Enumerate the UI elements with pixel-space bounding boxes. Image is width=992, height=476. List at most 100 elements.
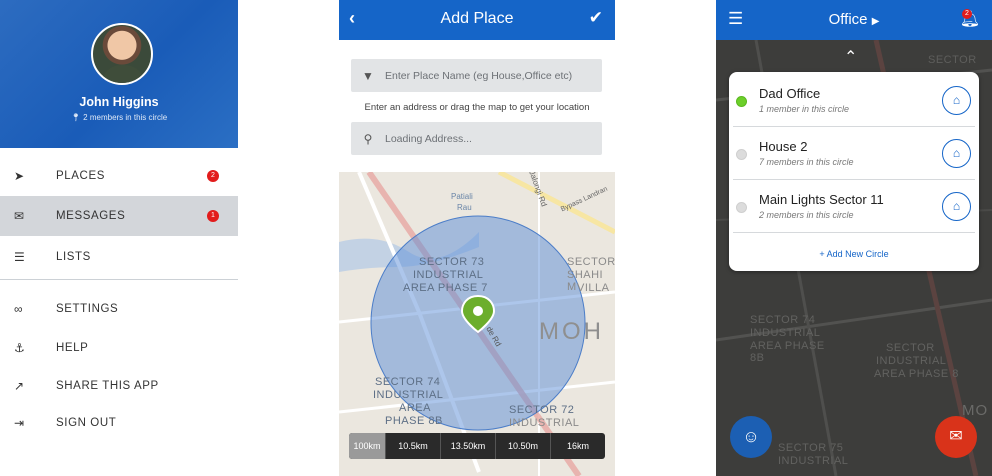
collapse-chevron-icon[interactable]: ⌃ <box>844 47 857 67</box>
search-icon: ⚲ <box>363 131 373 146</box>
active-status-dot <box>736 96 747 107</box>
menu-item-label: LISTS <box>56 251 91 263</box>
radius-option-10-5km[interactable]: 10.5km <box>386 433 441 459</box>
share-icon: ↗ <box>14 379 25 393</box>
map-label-sector-top: SECTOR <box>928 54 977 66</box>
address-value: Loading Address... <box>385 132 472 145</box>
top-bar: ☰ Office ▶ 🔔︎ 2 <box>716 0 992 40</box>
menu-item-help[interactable]: ⚓︎ HELP <box>0 328 238 368</box>
circle-row-dad-office[interactable]: Dad Office 1 member in this circle ⌂ <box>733 74 975 127</box>
map-label-rau: Rau <box>457 203 472 212</box>
navigation-arrow-icon: ➤ <box>14 169 25 183</box>
radius-option-100km[interactable]: 100km <box>349 433 386 459</box>
map-label-area74: AREA <box>399 402 431 414</box>
menu-item-places[interactable]: ➤ PLACES 2 <box>0 156 238 196</box>
map-label-sector74: SECTOR 74 <box>750 314 816 326</box>
notification-badge: 2 <box>962 9 972 19</box>
circle-members: 2 members in this circle <box>759 210 854 220</box>
map-label-sector: SECTOR <box>886 342 935 354</box>
address-search-field[interactable]: ⚲ Loading Address... <box>351 122 602 155</box>
add-place-screen: ‹ Add Place ✔ ▼ Enter Place Name (eg Hou… <box>339 0 615 476</box>
home-icon[interactable]: ⌂ <box>942 192 971 221</box>
add-user-icon: ☺ <box>742 427 760 446</box>
map-label-area-phase-7: AREA PHASE 7 <box>403 282 488 294</box>
map-label-mo: MO <box>962 402 989 419</box>
map-label-phase-8b: PHASE 8B <box>385 415 443 427</box>
map[interactable]: Jalongi Rd Bypass Landran Patiali Rau SE… <box>339 172 615 476</box>
map-label-sector72: SECTOR 72 <box>509 404 575 416</box>
inactive-status-dot <box>736 149 747 160</box>
map-label-villa: VILLA <box>577 282 610 294</box>
alert-button[interactable]: ✉ <box>935 416 977 458</box>
user-members: 📍︎ 2 members in this circle <box>0 113 238 122</box>
menu-item-sign-out[interactable]: ⇥ SIGN OUT <box>0 403 238 443</box>
sign-out-icon: ⇥ <box>14 416 25 430</box>
menu-item-label: SIGN OUT <box>56 417 117 429</box>
circle-switcher[interactable]: Office ▶ <box>716 11 992 28</box>
menu-item-lists[interactable]: ☰ LISTS <box>0 237 238 277</box>
drawer-divider <box>0 279 238 280</box>
link-icon: ∞ <box>14 302 23 316</box>
plus-icon: + <box>819 249 825 259</box>
current-circle-title: Office <box>828 11 868 28</box>
add-new-circle-button[interactable]: + Add New Circle <box>729 249 979 259</box>
home-icon[interactable]: ⌂ <box>942 86 971 115</box>
add-new-circle-label: Add New Circle <box>826 249 889 259</box>
inactive-status-dot <box>736 202 747 213</box>
map-label-sector75: SECTOR 75 <box>778 442 844 454</box>
map-label-industrial74: INDUSTRIAL <box>373 389 444 401</box>
top-bar: ‹ Add Place ✔ <box>339 0 615 40</box>
badge-places: 2 <box>207 170 219 182</box>
menu-item-messages[interactable]: ✉ MESSAGES 1 <box>0 196 238 236</box>
envelope-icon: ✉ <box>14 209 25 223</box>
map-label-industrial3: INDUSTRIAL <box>778 455 849 467</box>
address-hint: Enter an address or drag the map to get … <box>364 102 590 113</box>
menu-item-label: MESSAGES <box>56 210 126 222</box>
place-name-placeholder: Enter Place Name (eg House,Office etc) <box>385 69 573 82</box>
menu-item-settings[interactable]: ∞ SETTINGS <box>0 289 238 329</box>
page-title: Add Place <box>440 10 514 27</box>
megaphone-icon: ✉ <box>949 428 963 445</box>
radius-option-13-50km[interactable]: 13.50km <box>441 433 496 459</box>
radius-option-16km[interactable]: 16km <box>551 433 605 459</box>
drawer-header: John Higgins 📍︎ 2 members in this circle <box>0 0 238 148</box>
circles-screen: ☰ Office ▶ 🔔︎ 2 SECTOR SECTOR 74 INDUSTR… <box>716 0 992 476</box>
badge-messages: 1 <box>207 210 219 222</box>
check-icon[interactable]: ✔ <box>589 8 603 28</box>
caret-right-icon: ▶ <box>871 16 880 27</box>
map-label-sector74: SECTOR 74 <box>375 376 441 388</box>
map-label-industrial73: INDUSTRIAL <box>413 269 484 281</box>
circle-name: Main Lights Sector 11 <box>759 192 884 207</box>
home-icon[interactable]: ⌂ <box>942 139 971 168</box>
place-name-field[interactable]: ▼ Enter Place Name (eg House,Office etc) <box>351 59 602 92</box>
radius-selector: 100km 10.5km 13.50km 10.50m 16km <box>349 433 605 459</box>
circle-row-main-lights[interactable]: Main Lights Sector 11 2 members in this … <box>733 180 975 233</box>
navigation-drawer: John Higgins 📍︎ 2 members in this circle… <box>0 0 238 476</box>
circle-name: House 2 <box>759 139 808 154</box>
anchor-icon: ⚓︎ <box>14 341 25 355</box>
circle-members: 1 member in this circle <box>759 104 850 114</box>
circle-list-card: Dad Office 1 member in this circle ⌂ Hou… <box>729 72 979 271</box>
map-label-area-phase-8b: AREA PHASE 8B <box>750 340 825 364</box>
map-label-sector73: SECTOR 73 <box>419 256 485 268</box>
menu-item-label: PLACES <box>56 170 105 182</box>
map-label-area-phase-8: AREA PHASE 8 <box>874 368 959 380</box>
location-pin-icon: 📍︎ <box>70 113 81 122</box>
add-member-button[interactable]: ☺ <box>730 416 772 458</box>
menu-item-label: SETTINGS <box>56 303 119 315</box>
menu-item-label: HELP <box>56 342 89 354</box>
user-members-text: 2 members in this circle <box>83 113 168 122</box>
map-label-industrial72: INDUSTRIAL <box>509 417 580 429</box>
map-label-industrial: INDUSTRIAL <box>750 327 821 339</box>
circle-name: Dad Office <box>759 86 821 101</box>
location-pin-icon: ▼ <box>362 68 374 83</box>
menu-item-label: SHARE THIS APP <box>56 380 159 392</box>
list-icon: ☰ <box>14 250 25 264</box>
map-label-moh: MOH <box>539 318 604 345</box>
radius-option-10-50m[interactable]: 10.50m <box>496 433 551 459</box>
circle-members: 7 members in this circle <box>759 157 854 167</box>
circle-row-house-2[interactable]: House 2 7 members in this circle ⌂ <box>733 127 975 180</box>
map-label-industrial2: INDUSTRIAL <box>876 355 947 367</box>
avatar[interactable] <box>91 23 153 85</box>
menu-item-share[interactable]: ↗ SHARE THIS APP <box>0 366 238 406</box>
